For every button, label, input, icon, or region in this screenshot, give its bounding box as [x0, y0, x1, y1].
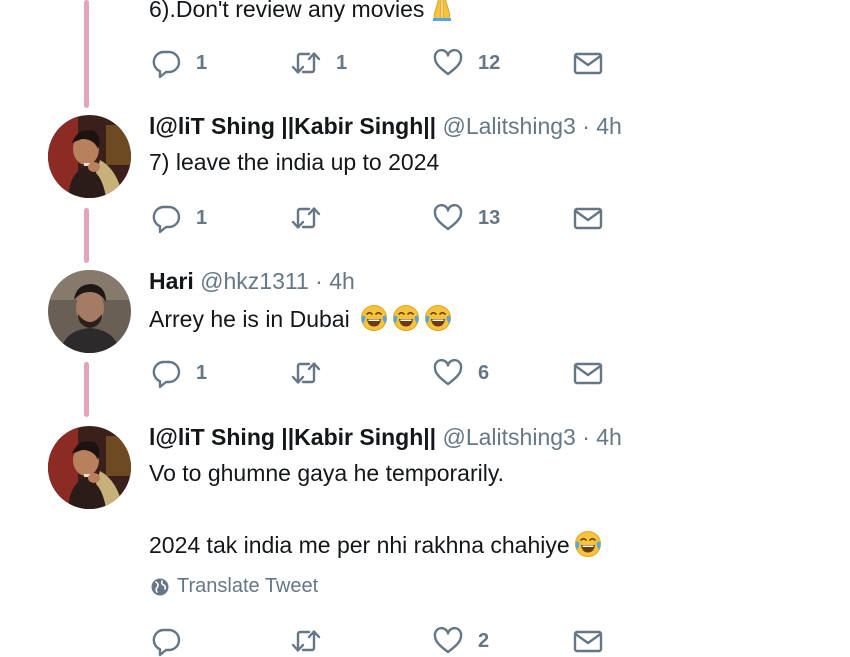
tweet-time[interactable]: · 4h [576, 113, 622, 139]
thread-line [84, 362, 89, 417]
retweet-button[interactable]: 1 [290, 47, 347, 79]
retweet-button[interactable] [290, 625, 336, 657]
tweet-time[interactable]: · 4h [309, 268, 355, 294]
direct-message-button[interactable] [572, 625, 604, 657]
tweet-actions: 1 1 12 [150, 47, 610, 79]
thread-line [84, 0, 89, 108]
reply-count: 1 [196, 206, 208, 229]
author-handle[interactable]: @Lalitshing3 [443, 113, 576, 139]
direct-message-button[interactable] [572, 357, 604, 389]
reply-icon [150, 625, 182, 657]
reply-button[interactable]: 1 [150, 357, 207, 389]
tweet-actions: 2 [150, 625, 610, 657]
tweet-text: 6).Don't review any movies [149, 0, 456, 23]
retweet-button[interactable] [290, 357, 336, 389]
like-button[interactable]: 6 [432, 357, 489, 389]
tweet-header: l@liT Shing ||Kabir Singh|| @Lalitshing3… [149, 113, 622, 140]
reply-count: 1 [196, 51, 208, 74]
heart-icon [432, 625, 464, 657]
envelope-icon [572, 202, 604, 234]
retweet-icon [290, 625, 322, 657]
reply-button[interactable] [150, 625, 196, 657]
avatar[interactable] [48, 115, 131, 198]
envelope-icon [572, 47, 604, 79]
direct-message-button[interactable] [572, 202, 604, 234]
avatar[interactable] [48, 270, 131, 353]
tears-of-joy-emoji [574, 530, 602, 558]
tweet-text-line: Vo to ghumne gaya he temporarily. [149, 460, 505, 486]
direct-message-button[interactable] [572, 47, 604, 79]
tweet-header: l@liT Shing ||Kabir Singh|| @Lalitshing3… [149, 424, 622, 451]
like-count: 12 [478, 51, 501, 74]
retweet-icon [290, 47, 322, 79]
like-count: 2 [478, 629, 490, 652]
tweet-actions: 1 6 [150, 357, 610, 389]
reply-button[interactable]: 1 [150, 202, 207, 234]
folded-hands-emoji [428, 0, 456, 22]
avatar[interactable] [48, 426, 131, 509]
author-name[interactable]: Hari [149, 268, 194, 294]
translate-tweet-label: Translate Tweet [177, 575, 319, 597]
reply-icon [150, 202, 182, 234]
tweet-header: Hari @hkz1311 · 4h [149, 268, 355, 295]
reply-button[interactable]: 1 [150, 47, 207, 79]
author-handle[interactable]: @Lalitshing3 [443, 424, 576, 450]
envelope-icon [572, 357, 604, 389]
retweet-icon [290, 202, 322, 234]
reply-count: 1 [196, 361, 208, 384]
tears-of-joy-emoji [392, 304, 420, 332]
like-count: 6 [478, 361, 490, 384]
tears-of-joy-emoji [424, 304, 452, 332]
like-button[interactable]: 2 [432, 625, 489, 657]
tweet-text: 7) leave the india up to 2024 [149, 149, 440, 175]
globe-icon [150, 577, 170, 597]
retweet-count: 1 [336, 51, 348, 74]
tears-of-joy-emoji [360, 304, 388, 332]
tweet-actions: 1 13 [150, 202, 610, 234]
heart-icon [432, 357, 464, 389]
like-button[interactable]: 13 [432, 202, 500, 234]
tweet-time[interactable]: · 4h [576, 424, 622, 450]
like-button[interactable]: 12 [432, 47, 500, 79]
translate-tweet-link[interactable]: Translate Tweet [150, 575, 318, 598]
tweet-text-line: 2024 tak india me per nhi rakhna chahiye [149, 530, 602, 559]
thread-line [84, 208, 89, 263]
reply-icon [150, 357, 182, 389]
author-name[interactable]: l@liT Shing ||Kabir Singh|| [149, 424, 436, 450]
heart-icon [432, 202, 464, 234]
author-name[interactable]: l@liT Shing ||Kabir Singh|| [149, 113, 436, 139]
retweet-icon [290, 357, 322, 389]
tweet-text: Arrey he is in Dubai [149, 304, 452, 333]
like-count: 13 [478, 206, 501, 229]
heart-icon [432, 47, 464, 79]
author-handle[interactable]: @hkz1311 [200, 268, 309, 294]
reply-icon [150, 47, 182, 79]
envelope-icon [572, 625, 604, 657]
retweet-button[interactable] [290, 202, 336, 234]
